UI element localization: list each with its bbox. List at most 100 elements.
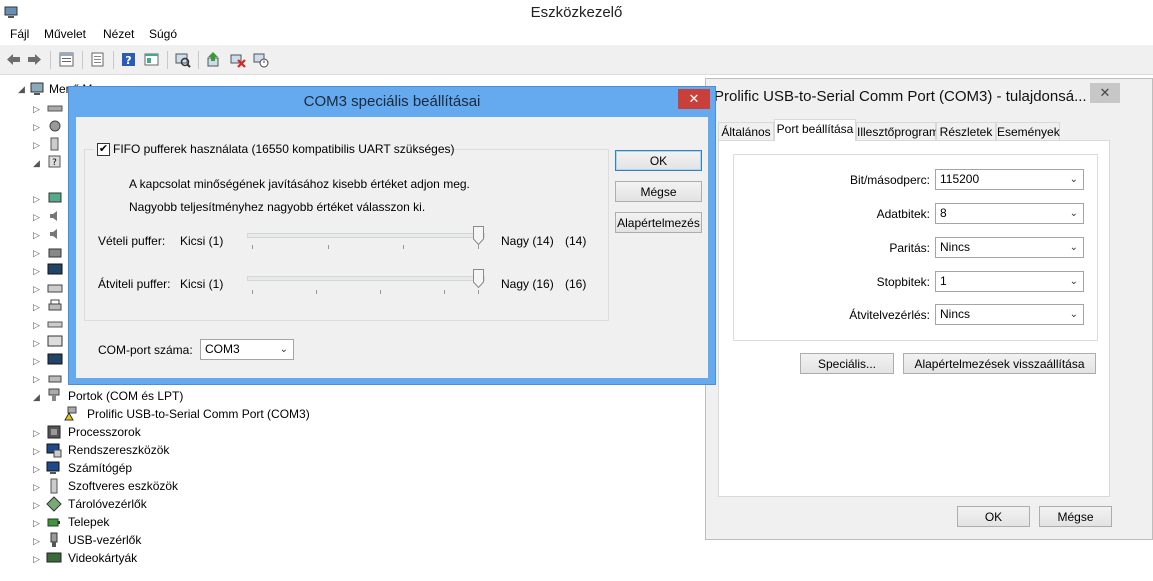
tree-label-software-devices: Szoftveres eszközök xyxy=(68,479,179,493)
system-devices-icon xyxy=(46,443,62,458)
com-port-select[interactable]: COM3 ⌄ xyxy=(200,339,294,360)
title-bar: Eszközkezelő xyxy=(0,0,1153,26)
tree-label-video-cards: Videokártyák xyxy=(68,551,138,565)
tree-label-prolific-port: Prolific USB-to-Serial Comm Port (COM3) xyxy=(87,407,310,421)
forward-arrow-icon[interactable] xyxy=(26,51,43,68)
expand-icon[interactable]: ▷ xyxy=(33,465,41,474)
processor-icon xyxy=(47,425,61,439)
disable-device-icon[interactable] xyxy=(252,51,269,68)
printer-icon xyxy=(48,299,62,311)
slider-tick xyxy=(403,245,404,249)
rx-value: (14) xyxy=(565,234,587,248)
restore-defaults-button[interactable]: Alapértelmezések visszaállítása xyxy=(903,353,1096,374)
console-icon[interactable] xyxy=(143,51,160,68)
close-icon: ✕ xyxy=(688,91,700,106)
chevron-down-icon: ⌄ xyxy=(1069,276,1078,287)
expand-icon[interactable]: ▷ xyxy=(33,519,41,528)
tab-general[interactable]: Általános xyxy=(718,122,774,140)
flowcontrol-label: Átvitelvezérlés: xyxy=(849,308,930,322)
bitrate-select[interactable]: 115200 ⌄ xyxy=(935,169,1084,190)
display-adapter-icon xyxy=(46,552,62,563)
chevron-down-icon: ⌄ xyxy=(1069,208,1078,219)
parity-value: Nincs xyxy=(940,240,971,254)
menu-help[interactable]: Súgó xyxy=(149,27,177,41)
tree-label-system-devices: Rendszereszközök xyxy=(68,443,170,457)
tx-buffer-label: Átviteli puffer: xyxy=(98,277,171,291)
collapse-icon[interactable]: ◢ xyxy=(18,85,26,94)
battery-icon xyxy=(47,518,60,527)
slider-tick xyxy=(252,290,253,294)
hint-quality: A kapcsolat minőségének javításához kise… xyxy=(129,177,470,191)
hint-performance: Nagyobb teljesítményhez nagyobb értéket … xyxy=(129,200,426,214)
rx-slider-track[interactable] xyxy=(247,233,485,238)
rx-min-label: Kicsi (1) xyxy=(180,234,224,248)
expand-icon[interactable]: ▷ xyxy=(33,501,41,510)
fifo-checkbox-row[interactable]: ✔ FIFO pufferek használata (16550 kompat… xyxy=(94,142,455,158)
parity-select[interactable]: Nincs ⌄ xyxy=(935,237,1084,258)
tab-port-settings[interactable]: Port beállítása xyxy=(774,119,856,141)
advanced-ok-button[interactable]: OK xyxy=(615,150,702,171)
keyboard-icon xyxy=(47,284,63,293)
parity-label: Paritás: xyxy=(889,241,930,255)
collapse-icon[interactable]: ◢ xyxy=(33,393,41,402)
menu-view[interactable]: Nézet xyxy=(103,27,134,41)
fifo-checkbox[interactable]: ✔ xyxy=(97,143,110,156)
stopbits-select[interactable]: 1 ⌄ xyxy=(935,271,1084,292)
com-port-label: COM-port száma: xyxy=(98,343,193,357)
camera-icon xyxy=(48,248,62,258)
advanced-close-button[interactable]: ✕ xyxy=(678,89,710,109)
properties-cancel-button[interactable]: Mégse xyxy=(1039,506,1112,527)
uninstall-device-icon[interactable] xyxy=(229,51,246,68)
help-icon[interactable]: ? xyxy=(120,51,137,68)
properties-title: Prolific USB-to-Serial Comm Port (COM3) … xyxy=(714,88,1087,105)
back-arrow-icon[interactable] xyxy=(5,51,22,68)
software-device-icon xyxy=(50,478,58,494)
expand-icon[interactable]: ▷ xyxy=(33,429,41,438)
network-icon xyxy=(48,192,62,203)
speaker-icon xyxy=(50,211,57,221)
expand-icon[interactable]: ▷ xyxy=(33,447,41,456)
tx-slider-track[interactable] xyxy=(247,276,485,281)
properties-view-icon[interactable] xyxy=(58,51,75,68)
monitor-icon xyxy=(47,335,63,347)
update-driver-icon[interactable] xyxy=(205,51,222,68)
tx-value: (16) xyxy=(565,277,587,291)
expand-icon[interactable]: ▷ xyxy=(33,483,41,492)
slider-tick xyxy=(478,245,479,249)
toolbar: ? xyxy=(0,45,1153,75)
port-connector-icon xyxy=(48,388,60,401)
tab-details[interactable]: Részletek xyxy=(936,122,996,140)
slider-tick xyxy=(478,290,479,294)
rx-max-label: Nagy (14) xyxy=(501,234,554,248)
databits-select[interactable]: 8 ⌄ xyxy=(935,203,1084,224)
speaker-icon xyxy=(50,229,57,239)
expand-icon[interactable]: ▷ xyxy=(33,555,41,564)
document-icon[interactable] xyxy=(89,51,106,68)
chevron-down-icon: ⌄ xyxy=(1069,309,1078,320)
properties-ok-button[interactable]: OK xyxy=(957,506,1030,527)
scan-hardware-icon[interactable] xyxy=(174,51,191,68)
tab-events[interactable]: Események xyxy=(996,122,1060,140)
expand-icon[interactable]: ▷ xyxy=(33,537,41,546)
advanced-defaults-button[interactable]: Alapértelmezés xyxy=(615,212,702,233)
slider-tick xyxy=(328,245,329,249)
flowcontrol-select[interactable]: Nincs ⌄ xyxy=(935,304,1084,325)
advanced-button[interactable]: Speciális... xyxy=(800,353,894,374)
bitrate-label: Bit/másodperc: xyxy=(849,173,930,187)
tx-slider-thumb[interactable] xyxy=(473,269,484,288)
flowcontrol-value: Nincs xyxy=(940,307,971,321)
menu-action[interactable]: Művelet xyxy=(44,27,86,41)
slider-tick xyxy=(252,245,253,249)
databits-value: 8 xyxy=(940,206,947,220)
window-title: Eszközkezelő xyxy=(530,4,623,21)
slider-tick xyxy=(380,290,381,294)
monitor-icon xyxy=(47,353,63,365)
tab-driver[interactable]: Illesztőprogram xyxy=(856,122,939,140)
rx-buffer-label: Vételi puffer: xyxy=(98,234,166,248)
menu-file[interactable]: Fájl xyxy=(10,27,29,41)
battery-icon xyxy=(50,137,59,151)
advanced-cancel-button[interactable]: Mégse xyxy=(615,181,702,202)
properties-close-button[interactable]: ✕ xyxy=(1090,83,1120,103)
rx-slider-thumb[interactable] xyxy=(473,226,484,245)
stopbits-value: 1 xyxy=(940,274,947,288)
